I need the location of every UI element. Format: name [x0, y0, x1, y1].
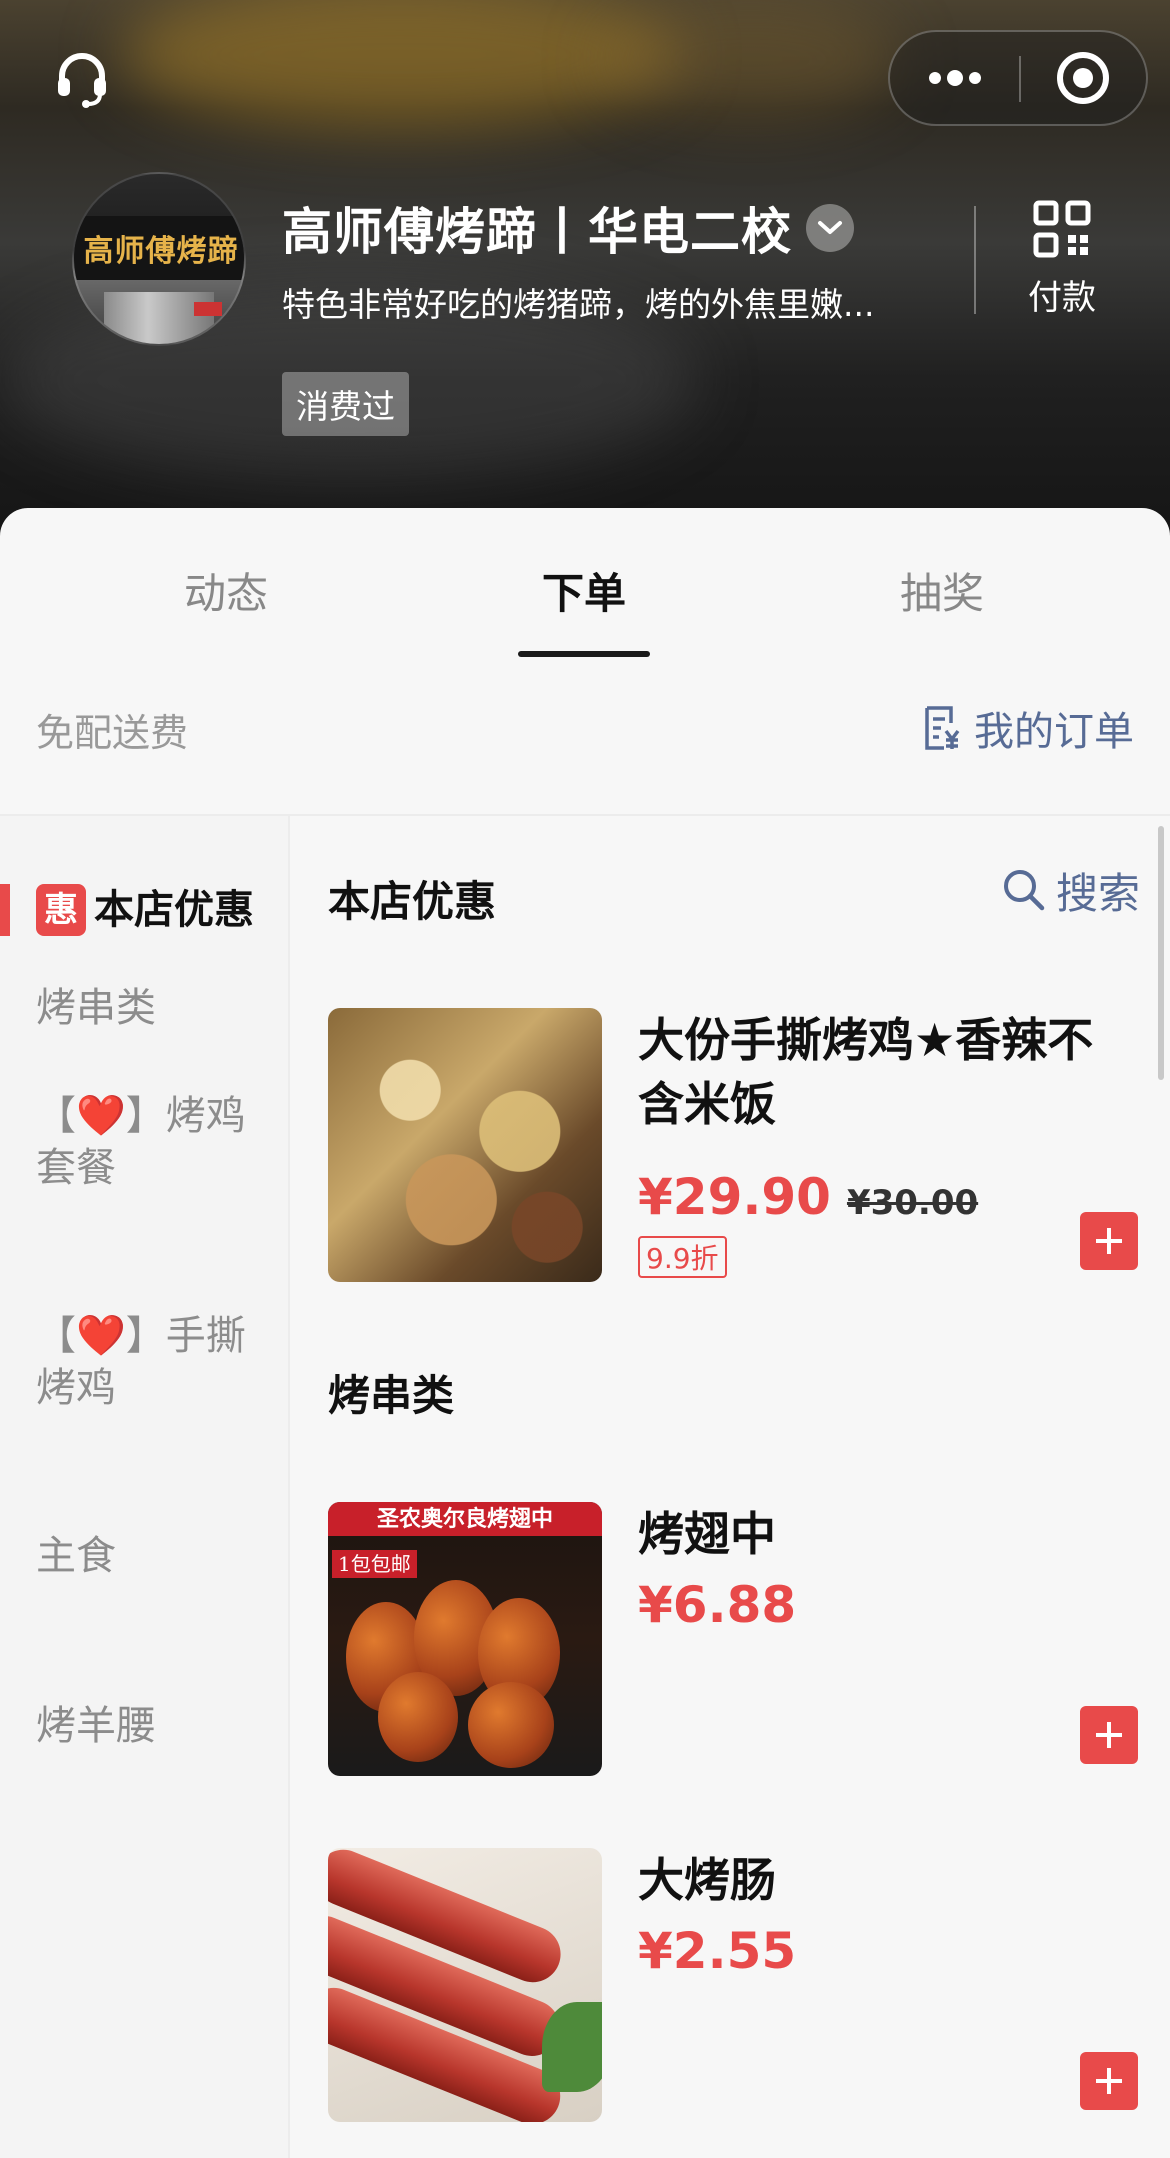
plus-icon [1096, 1722, 1122, 1748]
tab-feed[interactable]: 动态 [106, 560, 346, 621]
header-background-blur [600, 0, 900, 120]
discount-badge: 惠 [36, 884, 86, 936]
sidebar-item-promotions[interactable]: 惠本店优惠 [36, 884, 276, 936]
product-card[interactable]: 大烤肠 ¥2.55 [328, 1848, 1138, 2122]
product-image[interactable] [328, 1848, 602, 2122]
search-icon [1002, 868, 1046, 912]
tab-order[interactable]: 下单 [464, 560, 704, 621]
add-to-cart-button[interactable] [1080, 1212, 1138, 1270]
close-circle-icon [1057, 52, 1109, 104]
product-name: 烤翅中 [638, 1507, 776, 1561]
section-title: 烤串类 [328, 1371, 455, 1420]
add-to-cart-button[interactable] [1080, 1706, 1138, 1764]
sidebar-active-indicator [0, 884, 10, 936]
search-label: 搜索 [1055, 868, 1140, 918]
garnish-leaf [542, 2002, 602, 2092]
product-image[interactable]: 圣农奥尔良烤翅中 1包包邮 [328, 1502, 602, 1776]
discount-tag: 9.9折 [638, 1236, 727, 1278]
headset-icon [58, 53, 106, 108]
my-orders-label: 我的订单 [974, 709, 1134, 755]
my-orders-link[interactable]: 我的订单 [922, 698, 1134, 758]
sidebar-item-roast-chicken-combo[interactable]: 【❤️】烤鸡套餐 [36, 1090, 276, 1194]
image-tag-text: 1包包邮 [332, 1550, 417, 1578]
wing-shape [468, 1682, 554, 1768]
sidebar-item-shredded-chicken[interactable]: 【❤️】手撕烤鸡 [36, 1310, 276, 1414]
product-price: ¥29.90 [638, 1168, 831, 1226]
plus-icon [1096, 2068, 1122, 2094]
wing-shape [378, 1672, 458, 1762]
sidebar-item-label: 本店优惠 [94, 887, 254, 933]
consumed-badge: 消费过 [282, 372, 409, 436]
product-list: 本店优惠 搜索 大份手撕烤鸡★香辣不含米饭 ¥29.90 ¥30.00 9.9折 [292, 816, 1170, 2158]
price-row: ¥2.55 [638, 1922, 796, 1980]
customer-service-button[interactable] [46, 42, 118, 114]
pay-label: 付款 [1028, 278, 1096, 318]
add-to-cart-button[interactable] [1080, 2052, 1138, 2110]
shop-avatar[interactable]: 高师傅烤蹄 [72, 172, 246, 346]
product-card[interactable]: 大份手撕烤鸡★香辣不含米饭 ¥29.90 ¥30.00 9.9折 [328, 1008, 1138, 1282]
product-image[interactable] [328, 1008, 602, 1282]
mini-program-capsule [888, 30, 1148, 126]
more-dots-icon [929, 70, 981, 86]
plus-icon [1096, 1228, 1122, 1254]
pay-button[interactable]: 付款 [1012, 200, 1112, 330]
product-name: 大份手撕烤鸡★香辣不含米饭 [638, 1013, 1094, 1131]
product-price: ¥2.55 [638, 1922, 797, 1980]
order-list-icon [922, 705, 964, 751]
tab-active-indicator [518, 651, 650, 657]
sidebar-item-lamb-kidney[interactable]: 烤羊腰 [36, 1700, 276, 1752]
delivery-fee-note: 免配送费 [36, 711, 189, 755]
main-panel: 动态 下单 抽奖 免配送费 我的订单 惠本店优惠 烤串类 【❤️】烤鸡套餐 【❤… [0, 508, 1170, 2158]
tab-lottery[interactable]: 抽奖 [822, 560, 1062, 621]
product-original-price: ¥30.00 [846, 1183, 979, 1223]
category-sidebar: 惠本店优惠 烤串类 【❤️】烤鸡套餐 【❤️】手撕烤鸡 主食 烤羊腰 [0, 816, 290, 2158]
shop-description[interactable]: 特色非常好吃的烤猪蹄，烤的外焦里嫩... [282, 278, 942, 326]
product-price: ¥6.88 [638, 1576, 797, 1634]
search-button[interactable]: 搜索 [1002, 860, 1140, 920]
sidebar-item-staple-food[interactable]: 主食 [36, 1530, 276, 1582]
product-name: 大烤肠 [638, 1853, 776, 1907]
chevron-down-icon [806, 204, 854, 252]
order-info-bar: 免配送费 我的订单 [0, 688, 1170, 768]
price-row: ¥29.90 ¥30.00 [638, 1168, 978, 1226]
price-row: ¥6.88 [638, 1576, 796, 1634]
image-banner-text: 圣农奥尔良烤翅中 [328, 1502, 602, 1536]
section-title: 本店优惠 [328, 877, 497, 926]
scrollbar[interactable] [1158, 826, 1164, 1080]
shop-name-selector[interactable]: 高师傅烤蹄丨华电二校 [282, 196, 854, 261]
header-background-blur [120, 0, 680, 130]
product-card[interactable]: 圣农奥尔良烤翅中 1包包邮 烤翅中 ¥6.88 [328, 1502, 1138, 1776]
avatar-sign: 高师傅烤蹄 [74, 216, 244, 280]
qr-code-icon [1033, 200, 1091, 258]
shop-header: 高师傅烤蹄 高师傅烤蹄丨华电二校 特色非常好吃的烤猪蹄，烤的外焦里嫩... 消费… [0, 0, 1170, 540]
header-divider [974, 206, 976, 314]
close-mini-program-button[interactable] [1020, 32, 1146, 124]
avatar-storefront [104, 292, 214, 344]
shop-name: 高师傅烤蹄丨华电二校 [282, 203, 792, 261]
avatar-red-label [194, 302, 222, 316]
sidebar-item-skewers[interactable]: 烤串类 [36, 982, 276, 1034]
more-button[interactable] [890, 32, 1020, 124]
tab-bar: 动态 下单 抽奖 [0, 508, 1170, 668]
